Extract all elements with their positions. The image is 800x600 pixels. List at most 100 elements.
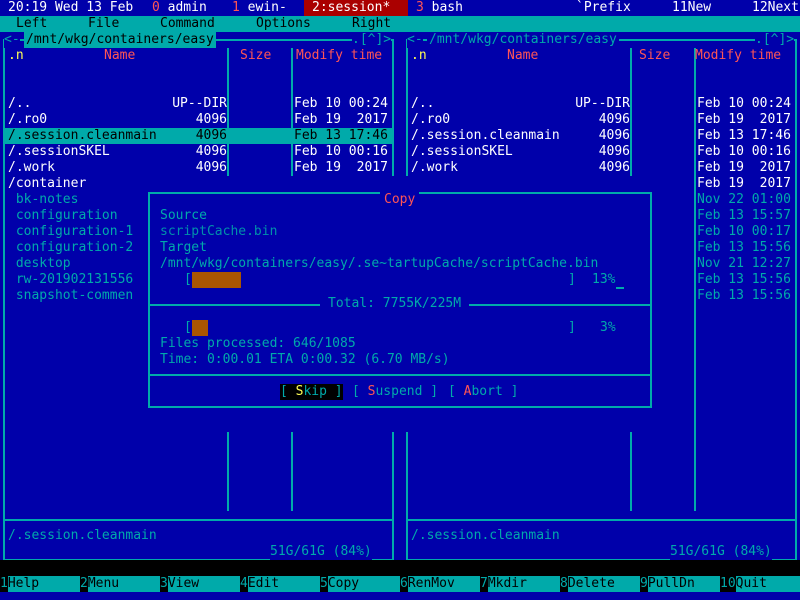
file-size: 4096 — [195, 144, 227, 159]
left-row[interactable]: /.. UP--DIR Feb 10 00:24 — [4, 96, 393, 112]
tmux-tab-2-active[interactable]: 2:session* — [304, 0, 408, 16]
fkey-copy[interactable]: 5Copy — [320, 576, 400, 592]
left-header-name[interactable]: Name — [104, 48, 135, 64]
file-name: /.ro0 — [8, 112, 48, 127]
right-row[interactable]: /.ro0 4096 Feb 19 2017 — [407, 112, 796, 128]
menu-file[interactable]: File — [88, 16, 119, 32]
file-mtime: Feb 13 17:46 — [294, 128, 388, 143]
fkey-number: 2 — [80, 576, 88, 591]
file-size: UP--DIR — [575, 96, 630, 111]
fkey-view[interactable]: 3View — [160, 576, 240, 592]
left-panel-history-button[interactable]: <- — [4, 32, 20, 48]
right-row[interactable]: /.. UP--DIR Feb 10 00:24 — [407, 96, 796, 112]
file-mtime: Feb 13 15:57 — [697, 208, 791, 223]
fkey-label: Help — [7, 576, 80, 592]
file-size: UP--DIR — [172, 96, 227, 111]
fkey-help[interactable]: 1Help — [0, 576, 80, 592]
target-label: Target — [160, 240, 207, 255]
file-name: configuration-2 — [8, 240, 134, 255]
left-mini-status: /.session.cleanmain — [8, 528, 157, 543]
right-header-mtime[interactable]: Modify time — [695, 48, 781, 64]
file-size: 4096 — [598, 128, 630, 143]
file-name: snapshot-commen — [8, 288, 134, 303]
file-mtime: Feb 10 00:16 — [294, 144, 388, 159]
right-panel-path[interactable]: /mnt/wkg/containers/easy — [427, 32, 619, 48]
fkey-renmov[interactable]: 6RenMov — [400, 576, 480, 592]
fkey-menu[interactable]: 2Menu — [80, 576, 160, 592]
file-name: configuration — [8, 208, 118, 223]
tmux-tab-0[interactable]: 0 admin — [152, 0, 207, 16]
file-name: /.. — [411, 96, 435, 111]
abort-button[interactable]: [ Abort ] — [448, 384, 518, 400]
file-name: /.session.cleanmain — [411, 128, 560, 143]
menu-right[interactable]: Right — [352, 16, 391, 32]
tmux-key-next: 12Next — [752, 0, 799, 15]
right-header-name[interactable]: Name — [507, 48, 538, 64]
fkey-number: 1 — [0, 576, 8, 591]
left-header-mtime[interactable]: Modify time — [296, 48, 382, 64]
total-progress-percent: 3% — [600, 320, 616, 335]
file-mtime: Feb 10 00:24 — [697, 96, 791, 111]
fkey-label: Edit — [247, 576, 320, 592]
left-row[interactable]: /.work 4096 Feb 19 2017 — [4, 160, 393, 176]
right-row[interactable]: /.sessionSKEL 4096 Feb 10 00:16 — [407, 144, 796, 160]
menu-left[interactable]: Left — [16, 16, 47, 32]
command-line[interactable] — [0, 560, 800, 576]
skip-button[interactable]: [ Skip ] — [280, 384, 343, 400]
menu-options[interactable]: Options — [256, 16, 311, 32]
file-name: /container — [8, 176, 87, 191]
fkey-pulldn[interactable]: 9PullDn — [640, 576, 720, 592]
menu-bar: Left File Command Options Right — [0, 16, 800, 32]
right-row[interactable]: /.session.cleanmain 4096 Feb 13 17:46 — [407, 128, 796, 144]
right-header-sort[interactable]: .n — [411, 48, 427, 64]
tmux-tab-1[interactable]: 1 ewin- — [232, 0, 287, 16]
fkey-label: Mkdir — [487, 576, 560, 592]
tmux-key-new: 11New — [672, 0, 712, 15]
fkey-quit[interactable]: 10Quit — [720, 576, 800, 592]
file-size: 4096 — [195, 112, 227, 127]
file-mtime: Feb 13 15:56 — [697, 272, 791, 287]
fkey-mkdir[interactable]: 7Mkdir — [480, 576, 560, 592]
left-row[interactable]: /.session.cleanmain 4096 Feb 13 17:46 — [4, 128, 393, 144]
tmux-tab-3[interactable]: 3 bash — [416, 0, 463, 16]
fkey-label: View — [167, 576, 240, 592]
file-size: 4096 — [598, 144, 630, 159]
file-mtime: Nov 22 01:00 — [697, 192, 791, 207]
total-progress-bracket-left: [ — [184, 320, 192, 335]
file-mtime: Feb 10 00:24 — [294, 96, 388, 111]
right-mini-status: /.session.cleanmain — [411, 528, 560, 543]
right-row[interactable]: /.work 4096 Feb 19 2017 — [407, 160, 796, 176]
suspend-button[interactable]: [ Suspend ] — [352, 384, 438, 400]
fkey-number: 3 — [160, 576, 168, 591]
file-name: rw-201902131556 — [8, 272, 134, 287]
fkey-number: 10 — [720, 576, 736, 591]
right-header-size[interactable]: Size — [639, 48, 670, 64]
right-panel-corner-controls[interactable]: .[^]> — [755, 32, 795, 48]
file-mtime: Feb 10 00:16 — [697, 144, 791, 159]
file-progress-bracket-left: [ — [184, 272, 192, 287]
menu-command[interactable]: Command — [160, 16, 215, 32]
left-header-sort[interactable]: .n — [8, 48, 24, 64]
file-name: /.work — [8, 160, 55, 175]
fkey-number: 5 — [320, 576, 328, 591]
fkey-label: Quit — [735, 576, 800, 592]
left-row[interactable]: /.sessionSKEL 4096 Feb 10 00:16 — [4, 144, 393, 160]
left-panel-corner-controls[interactable]: .[^]> — [352, 32, 392, 48]
file-mtime: Feb 19 2017 — [697, 160, 791, 175]
total-label: Total: 7755K/225M — [320, 296, 470, 312]
right-panel-history-button[interactable]: <- — [407, 32, 423, 48]
file-mtime: Feb 19 2017 — [697, 112, 791, 127]
left-row[interactable]: /.ro0 4096 Feb 19 2017 — [4, 112, 393, 128]
fkey-edit[interactable]: 4Edit — [240, 576, 320, 592]
fkey-delete[interactable]: 8Delete — [560, 576, 640, 592]
file-size: 4096 — [195, 160, 227, 175]
left-header-size[interactable]: Size — [240, 48, 271, 64]
file-name: /.ro0 — [411, 112, 451, 127]
file-name: desktop — [8, 256, 71, 271]
file-name: /.sessionSKEL — [8, 144, 110, 159]
source-label: Source — [160, 208, 207, 223]
file-mtime: Feb 10 00:17 — [697, 224, 791, 239]
file-mtime: Nov 21 12:27 — [697, 256, 791, 271]
file-name: /.work — [411, 160, 458, 175]
left-panel-path[interactable]: /mnt/wkg/containers/easy — [24, 32, 216, 48]
